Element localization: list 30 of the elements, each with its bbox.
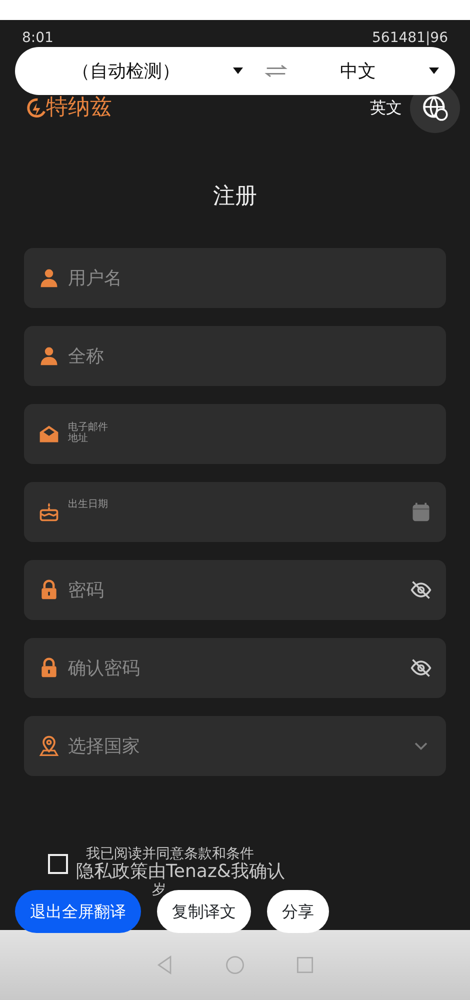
form-title: 注册 <box>212 183 258 211</box>
floating-label: 出生日期 <box>68 499 109 510</box>
eye-off-icon[interactable] <box>410 579 432 601</box>
status-indicators: 561481|96 <box>372 29 448 48</box>
status-time: 8:01 <box>22 29 54 48</box>
location-pin-icon <box>38 735 60 757</box>
floating-label: 电子邮件 地址 <box>68 422 109 444</box>
terms-text: 隐私政策由Tenaz&我确认 <box>76 862 285 882</box>
eye-off-icon[interactable] <box>410 657 432 679</box>
country-select[interactable]: 选择国家 <box>24 716 446 776</box>
calendar-icon[interactable] <box>410 501 432 523</box>
logo-icon <box>26 96 46 118</box>
input-field[interactable]: 出生日期 <box>24 482 446 542</box>
action-button[interactable]: 分享 <box>267 890 329 933</box>
language-link[interactable]: 英文 <box>370 96 402 120</box>
terms-checkbox[interactable] <box>48 854 68 874</box>
input-field[interactable]: 密码 <box>24 560 446 620</box>
cake-icon <box>38 501 60 523</box>
source-language[interactable]: （自动检测） <box>39 58 213 84</box>
input-field[interactable]: 全称 <box>24 326 446 386</box>
input-field[interactable]: 用户名 <box>24 248 446 308</box>
person-icon <box>38 345 60 367</box>
mail-icon <box>38 423 60 445</box>
target-language[interactable]: 中文 <box>307 58 409 84</box>
input-field[interactable]: 确认密码 <box>24 638 446 698</box>
action-button[interactable]: 退出全屏翻译 <box>15 890 141 933</box>
person-icon <box>38 267 60 289</box>
terms-text: 我已阅读并同意条款和条件 <box>86 846 255 862</box>
input-field[interactable]: 电子邮件 地址 <box>24 404 446 464</box>
logo-text: 特纳兹 <box>46 94 112 122</box>
